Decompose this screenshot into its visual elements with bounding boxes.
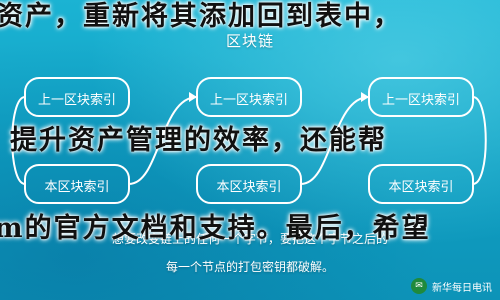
- block-2-top-label: 上一区块索引: [209, 93, 288, 108]
- block-3-bottom-label: 本区块索引: [388, 180, 454, 195]
- block-3-top-label: 上一区块索引: [381, 93, 460, 108]
- watermark: ✉ 新华每日电讯: [411, 278, 492, 294]
- overlay-text-line2: 提升资产管理的效率，还能帮: [10, 125, 387, 156]
- arrow-head-2: [361, 92, 369, 102]
- block-2-bottom-label: 本区块索引: [216, 180, 282, 195]
- arrow-head-1: [189, 92, 197, 102]
- block-1-top-label: 上一区块索引: [37, 93, 116, 108]
- diagram-caption-line2: 每一个节点的打包密钥都破解。: [165, 260, 334, 274]
- overlay-text-line1: 资产，重新将其添加回到表中，: [0, 1, 402, 32]
- watermark-text: 新华每日电讯: [432, 282, 492, 294]
- overlay-text-line3: m的官方文档和支持。最后，希望: [0, 213, 431, 244]
- diagram-title: 区块链: [225, 32, 274, 50]
- wechat-icon: ✉: [411, 278, 427, 294]
- block-1-bottom-label: 本区块索引: [44, 180, 110, 195]
